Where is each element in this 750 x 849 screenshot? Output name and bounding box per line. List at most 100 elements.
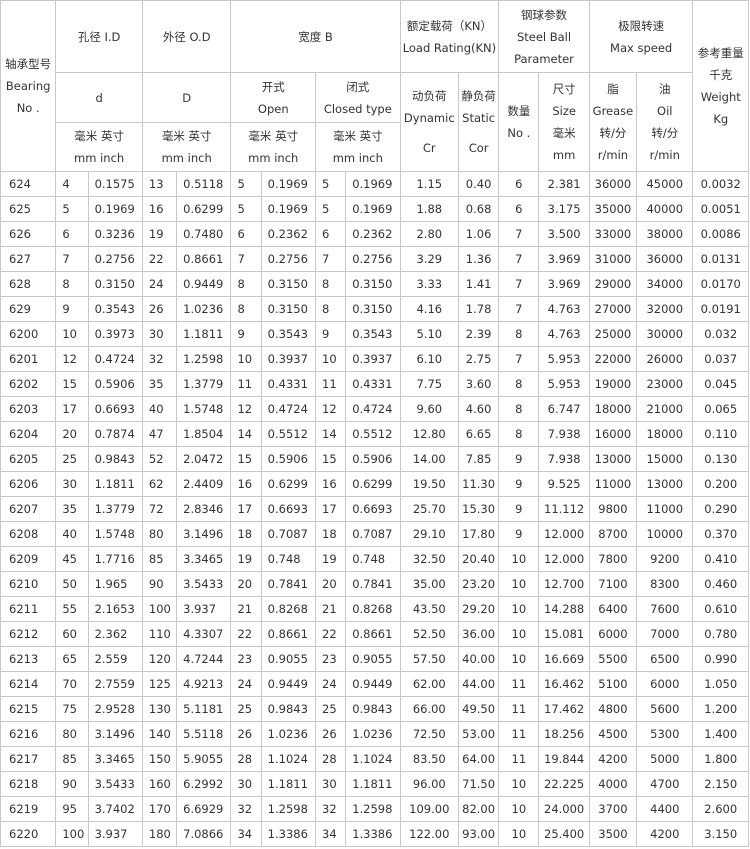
cell-weight: 3.150 bbox=[692, 821, 749, 847]
cell-dynamic-load: 83.50 bbox=[399, 746, 459, 772]
cell-dynamic-load: 6.10 bbox=[399, 346, 459, 372]
cell-grease-speed: 25000 bbox=[588, 321, 638, 347]
header-oil: 油 Oil 转/分 r/min bbox=[636, 72, 694, 172]
cell-static-load: 15.30 bbox=[457, 496, 500, 522]
cell-closed-width-mm: 10 bbox=[315, 346, 347, 372]
cell-outer-inch: 3.1496 bbox=[176, 521, 232, 547]
header-bore-symbol: d bbox=[55, 72, 143, 123]
cell-outer-mm: 62 bbox=[141, 471, 178, 497]
cell-outer-inch: 1.0236 bbox=[176, 296, 232, 322]
cell-dynamic-load: 9.60 bbox=[399, 396, 459, 422]
cell-weight: 0.110 bbox=[692, 421, 749, 447]
cell-dynamic-load: 122.00 bbox=[399, 821, 459, 847]
cell-outer-mm: 180 bbox=[141, 821, 178, 847]
cell-weight: 0.990 bbox=[692, 646, 749, 672]
cell-bore-inch: 0.7874 bbox=[87, 421, 143, 447]
cell-ball-size: 9.525 bbox=[538, 471, 590, 497]
cell-weight: 0.0051 bbox=[692, 196, 749, 222]
cell-closed-width-mm: 9 bbox=[315, 321, 347, 347]
cell-outer-inch: 3.3465 bbox=[176, 546, 232, 572]
cell-dynamic-load: 7.75 bbox=[399, 371, 459, 397]
cell-open-width-inch: 0.5512 bbox=[260, 421, 317, 447]
header-closed: 闭式 Closed type bbox=[315, 72, 401, 123]
cell-ball-size: 12.700 bbox=[538, 571, 590, 597]
cell-ball-count: 9 bbox=[498, 496, 540, 522]
cell-static-load: 1.36 bbox=[457, 246, 500, 272]
cell-outer-mm: 22 bbox=[141, 246, 178, 272]
cell-ball-count: 10 bbox=[498, 596, 540, 622]
cell-open-width-inch: 0.3543 bbox=[260, 321, 317, 347]
cell-bore-inch: 0.3150 bbox=[87, 271, 143, 297]
cell-closed-width-inch: 0.3937 bbox=[345, 346, 401, 372]
cell-open-width-mm: 5 bbox=[230, 196, 262, 222]
cell-bearing-no: 626 bbox=[0, 221, 57, 247]
table-row: 6220 100 3.937 180 7.0866 34 1.3386 34 1.3386 122… bbox=[0, 821, 749, 847]
cell-ball-size: 16.462 bbox=[538, 671, 590, 697]
cell-bore-mm: 95 bbox=[55, 796, 89, 822]
cell-weight: 0.370 bbox=[692, 521, 749, 547]
cell-dynamic-load: 57.50 bbox=[399, 646, 459, 672]
cell-bore-inch: 0.5906 bbox=[87, 371, 143, 397]
cell-ball-count: 10 bbox=[498, 771, 540, 797]
cell-outer-mm: 110 bbox=[141, 621, 178, 647]
cell-outer-inch: 6.6929 bbox=[176, 796, 232, 822]
header-steel-ball: 钢球参数 Steel Ball Parameter bbox=[498, 0, 590, 73]
cell-closed-width-mm: 18 bbox=[315, 521, 347, 547]
cell-grease-speed: 35000 bbox=[588, 196, 638, 222]
header-weight: 参考重量 千克 Weight Kg bbox=[692, 0, 749, 172]
cell-bore-mm: 45 bbox=[55, 546, 89, 572]
cell-open-width-mm: 18 bbox=[230, 521, 262, 547]
cell-ball-size: 3.969 bbox=[538, 271, 590, 297]
cell-ball-count: 9 bbox=[498, 446, 540, 472]
cell-ball-count: 7 bbox=[498, 296, 540, 322]
cell-closed-width-mm: 28 bbox=[315, 746, 347, 772]
cell-open-width-mm: 23 bbox=[230, 646, 262, 672]
cell-bore-inch: 0.1575 bbox=[87, 171, 143, 197]
cell-closed-width-mm: 26 bbox=[315, 721, 347, 747]
cell-open-width-mm: 11 bbox=[230, 371, 262, 397]
cell-weight: 0.410 bbox=[692, 546, 749, 572]
cell-ball-size: 5.953 bbox=[538, 371, 590, 397]
cell-ball-count: 11 bbox=[498, 721, 540, 747]
cell-grease-speed: 33000 bbox=[588, 221, 638, 247]
cell-open-width-inch: 0.5906 bbox=[260, 446, 317, 472]
cell-grease-speed: 9800 bbox=[588, 496, 638, 522]
cell-outer-inch: 4.3307 bbox=[176, 621, 232, 647]
cell-outer-inch: 2.0472 bbox=[176, 446, 232, 472]
cell-open-width-mm: 5 bbox=[230, 171, 262, 197]
table-row: 627 7 0.2756 22 0.8661 7 0.2756 7 0.2756 3.29 1.36… bbox=[0, 246, 749, 272]
cell-static-load: 20.40 bbox=[457, 546, 500, 572]
cell-bore-mm: 5 bbox=[55, 196, 89, 222]
bearing-spec-table: 轴承型号 Bearing No . 孔径 I.D 外径 O.D 宽度 B 额定载荷（… bbox=[0, 0, 749, 847]
table-row: 628 8 0.3150 24 0.9449 8 0.3150 8 0.3150 3.33 1.41… bbox=[0, 271, 749, 297]
cell-dynamic-load: 14.00 bbox=[399, 446, 459, 472]
cell-static-load: 44.00 bbox=[457, 671, 500, 697]
cell-bore-inch: 0.1969 bbox=[87, 196, 143, 222]
cell-bore-mm: 8 bbox=[55, 271, 89, 297]
cell-closed-width-inch: 0.2756 bbox=[345, 246, 401, 272]
cell-grease-speed: 3500 bbox=[588, 821, 638, 847]
cell-ball-size: 17.462 bbox=[538, 696, 590, 722]
cell-ball-size: 6.747 bbox=[538, 396, 590, 422]
table-row: 6201 12 0.4724 32 1.2598 10 0.3937 10 0.3937 6.10… bbox=[0, 346, 749, 372]
cell-bore-mm: 7 bbox=[55, 246, 89, 272]
cell-open-width-inch: 0.4724 bbox=[260, 396, 317, 422]
table-row: 6219 95 3.7402 170 6.6929 32 1.2598 32 1.2598 109… bbox=[0, 796, 749, 822]
cell-dynamic-load: 72.50 bbox=[399, 721, 459, 747]
cell-oil-speed: 5000 bbox=[636, 746, 694, 772]
cell-closed-width-mm: 8 bbox=[315, 271, 347, 297]
table-row: 6203 17 0.6693 40 1.5748 12 0.4724 12 0.4724 9.60… bbox=[0, 396, 749, 422]
header-outer-symbol: D bbox=[141, 72, 232, 123]
cell-ball-count: 10 bbox=[498, 546, 540, 572]
cell-open-width-inch: 1.3386 bbox=[260, 821, 317, 847]
cell-open-width-mm: 24 bbox=[230, 671, 262, 697]
cell-closed-width-mm: 14 bbox=[315, 421, 347, 447]
cell-outer-mm: 35 bbox=[141, 371, 178, 397]
cell-dynamic-load: 109.00 bbox=[399, 796, 459, 822]
cell-ball-count: 9 bbox=[498, 471, 540, 497]
cell-closed-width-inch: 0.5906 bbox=[345, 446, 401, 472]
cell-static-load: 3.60 bbox=[457, 371, 500, 397]
cell-open-width-inch: 0.9843 bbox=[260, 696, 317, 722]
cell-bore-mm: 55 bbox=[55, 596, 89, 622]
cell-static-load: 2.39 bbox=[457, 321, 500, 347]
